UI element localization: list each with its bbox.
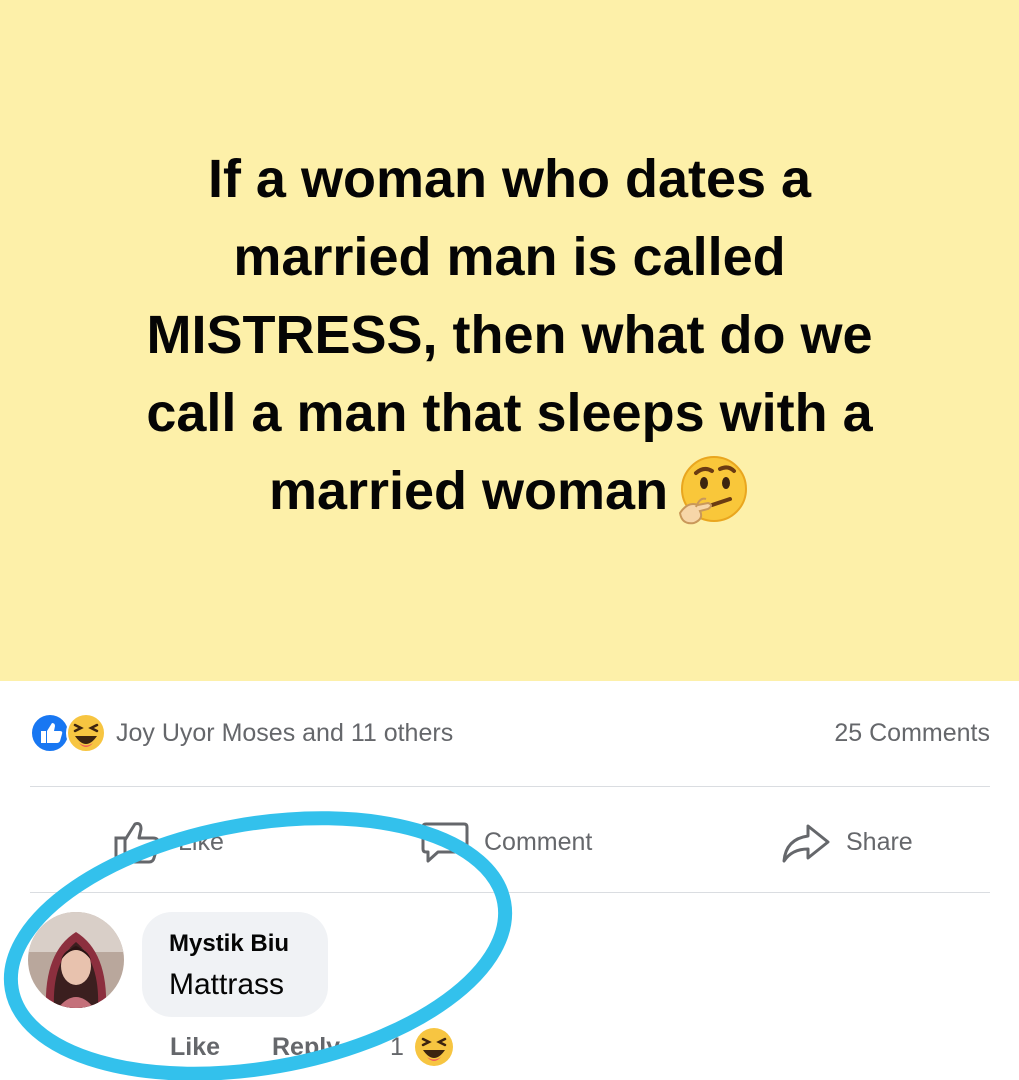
thumbs-up-icon bbox=[114, 822, 160, 864]
comment-icon bbox=[421, 822, 469, 863]
user-photo bbox=[28, 912, 124, 1008]
comment-reply-button[interactable]: Reply bbox=[272, 1033, 340, 1062]
thinking-face-icon bbox=[679, 455, 748, 525]
comment-button[interactable]: Comment bbox=[420, 812, 592, 872]
comment-label: Comment bbox=[484, 827, 593, 856]
post-line-1: If a woman who dates a bbox=[207, 149, 812, 209]
comment-author[interactable]: Mystik Biu bbox=[169, 930, 289, 958]
reaction-names[interactable]: Joy Uyor Moses and 11 others bbox=[116, 719, 453, 748]
haha-reaction-icon bbox=[66, 713, 106, 753]
comment-reaction-count[interactable]: 1 bbox=[390, 1033, 404, 1062]
divider-top bbox=[30, 786, 990, 787]
post-line-3: MISTRESS, then what do we bbox=[146, 305, 873, 365]
comments-count[interactable]: 25 Comments bbox=[834, 719, 990, 748]
like-reaction-icon bbox=[30, 713, 70, 753]
post-background: If a woman who dates a married man is cal… bbox=[0, 0, 1019, 681]
share-arrow-icon bbox=[782, 824, 830, 863]
divider-bottom bbox=[30, 892, 990, 893]
post-line-2: married man is called bbox=[233, 227, 786, 287]
comment-like-button[interactable]: Like bbox=[170, 1033, 220, 1062]
comment-bubble[interactable]: Mystik Biu Mattrass bbox=[142, 912, 328, 1017]
share-label: Share bbox=[846, 827, 913, 856]
haha-reaction-icon[interactable] bbox=[413, 1026, 455, 1068]
post-line-4: call a man that sleeps with a bbox=[146, 383, 873, 443]
like-button[interactable]: Like bbox=[112, 812, 224, 872]
post-text: If a woman who dates a married man is cal… bbox=[60, 140, 959, 533]
reactions-summary[interactable]: Joy Uyor Moses and 11 others 25 Comments bbox=[30, 708, 990, 758]
like-label: Like bbox=[178, 827, 224, 856]
share-button[interactable]: Share bbox=[780, 812, 913, 872]
post-line-5: married woman bbox=[268, 461, 669, 521]
avatar[interactable] bbox=[28, 912, 124, 1008]
reaction-icons bbox=[30, 713, 106, 753]
comment-text: Mattrass bbox=[169, 968, 285, 1001]
